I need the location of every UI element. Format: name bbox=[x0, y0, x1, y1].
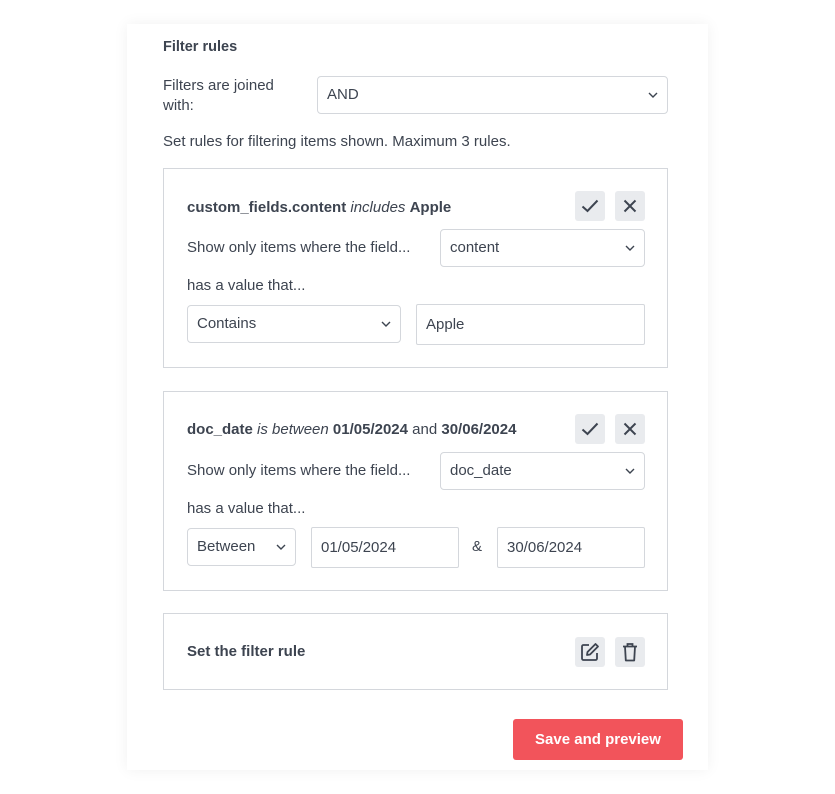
rules-description: Set rules for filtering items shown. Max… bbox=[163, 133, 511, 150]
confirm-rule-button[interactable] bbox=[575, 414, 605, 444]
rule-summary-operator: is between bbox=[257, 421, 329, 438]
chevron-down-icon bbox=[625, 467, 635, 475]
check-icon bbox=[581, 199, 599, 213]
chevron-down-icon bbox=[625, 244, 635, 252]
check-icon bbox=[581, 422, 599, 436]
rule-summary-start-date: 01/05/2024 bbox=[332, 421, 408, 438]
chevron-down-icon bbox=[381, 320, 391, 328]
value-label: has a value that... bbox=[187, 277, 306, 294]
rule-summary: custom_fields.content includes Apple bbox=[187, 199, 451, 216]
rule-summary-field: custom_fields.content bbox=[187, 199, 347, 216]
panel-title: Filter rules bbox=[163, 39, 238, 55]
join-mode-value: AND bbox=[327, 86, 359, 103]
range-separator: & bbox=[472, 538, 483, 555]
cancel-rule-button[interactable] bbox=[615, 191, 645, 221]
rule-summary-value: Apple bbox=[409, 199, 452, 216]
chevron-down-icon bbox=[276, 543, 286, 551]
value-input[interactable]: Apple bbox=[416, 304, 645, 345]
chevron-down-icon bbox=[648, 91, 658, 99]
edit-rule-button[interactable] bbox=[575, 637, 605, 667]
start-date-input[interactable]: 01/05/2024 bbox=[311, 527, 459, 568]
rule-summary-end-date: 30/06/2024 bbox=[441, 421, 517, 438]
edit-icon bbox=[581, 643, 599, 661]
save-and-preview-button[interactable]: Save and preview bbox=[513, 719, 683, 760]
empty-rule-label-text: Set the filter rule bbox=[187, 643, 306, 660]
trash-icon bbox=[623, 643, 637, 662]
field-select-value: content bbox=[450, 239, 500, 256]
filter-rule-3: Set the filter rule bbox=[163, 613, 668, 690]
end-date-input[interactable]: 30/06/2024 bbox=[497, 527, 645, 568]
operator-select-value: Between bbox=[197, 538, 256, 555]
cancel-rule-button[interactable] bbox=[615, 414, 645, 444]
rule-summary-operator: includes bbox=[350, 199, 406, 216]
operator-select[interactable]: Between bbox=[187, 528, 296, 566]
rule-summary-field: doc_date bbox=[187, 421, 253, 438]
empty-rule-label: Set the filter rule bbox=[187, 643, 305, 660]
rule-summary-and: and bbox=[412, 421, 438, 438]
rule-summary: doc_date is between 01/05/2024 and 30/06… bbox=[187, 421, 516, 438]
field-label: Show only items where the field... bbox=[187, 462, 411, 479]
value-label: has a value that... bbox=[187, 500, 306, 517]
field-select-value: doc_date bbox=[450, 462, 512, 479]
confirm-rule-button[interactable] bbox=[575, 191, 605, 221]
field-label: Show only items where the field... bbox=[187, 239, 411, 256]
join-mode-select[interactable]: AND bbox=[317, 76, 668, 114]
close-icon bbox=[623, 199, 637, 213]
operator-select-value: Contains bbox=[197, 315, 257, 332]
close-icon bbox=[623, 422, 637, 436]
join-mode-label: Filters are joined with: bbox=[163, 77, 274, 114]
filter-rule-2: doc_date is between 01/05/2024 and 30/06… bbox=[163, 391, 668, 591]
field-select[interactable]: doc_date bbox=[440, 452, 645, 490]
delete-rule-button[interactable] bbox=[615, 637, 645, 667]
operator-select[interactable]: Contains bbox=[187, 305, 401, 343]
filter-rule-1: custom_fields.content includes Apple Sho… bbox=[163, 168, 668, 368]
filter-rules-panel: Filter rules Filters are joined with: AN… bbox=[127, 24, 708, 770]
field-select[interactable]: content bbox=[440, 229, 645, 267]
